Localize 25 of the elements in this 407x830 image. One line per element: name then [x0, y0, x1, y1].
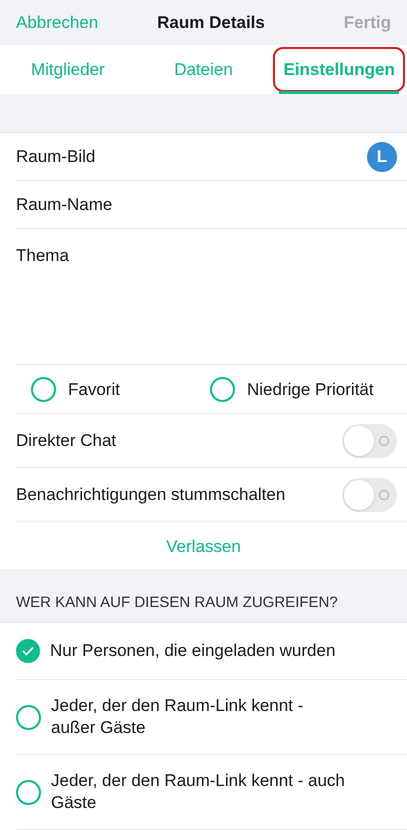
room-avatar[interactable]: L — [367, 142, 397, 172]
field-label: Raum-Bild — [16, 146, 96, 168]
radio-button[interactable] — [210, 376, 235, 402]
tag-label: Niedrige Priorität — [247, 378, 374, 400]
toggle-switch[interactable] — [342, 424, 397, 458]
radio-checked-icon[interactable] — [16, 639, 40, 663]
radio-button[interactable] — [16, 780, 41, 804]
tab[interactable]: Mitglieder — [0, 44, 136, 94]
tag-label: Favorit — [68, 378, 120, 400]
radio-button[interactable] — [31, 376, 56, 402]
tab[interactable]: Dateien — [136, 44, 272, 94]
cancel-button[interactable]: Abbrechen — [16, 10, 98, 36]
access-option-label: Jeder, der den Raum-Link kennt - außer Gäste — [51, 695, 304, 739]
toggle-label: Direkter Chat — [16, 430, 118, 452]
radio-button[interactable] — [16, 704, 41, 730]
toggle-switch[interactable] — [342, 478, 397, 512]
page-title: Raum Details — [156, 12, 266, 34]
field-label: Thema — [16, 245, 70, 268]
tab[interactable]: Einstellungen — [271, 44, 407, 94]
leave-button[interactable]: Verlassen — [166, 534, 241, 559]
access-option-label: Jeder, der den Raum-Link kennt - auch Gäste — [51, 770, 346, 814]
access-option-label: Nur Personen, die eingeladen wurden — [50, 640, 336, 662]
field-label: Raum-Name — [16, 194, 114, 216]
toggle-label: Benachrichtigungen stummschalten — [16, 484, 286, 506]
section-header: WER KANN AUF DIESEN RAUM ZUGREIFEN? — [16, 592, 338, 612]
